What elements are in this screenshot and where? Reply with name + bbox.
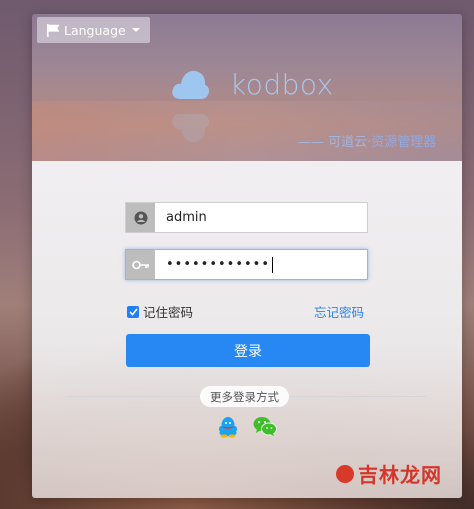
wechat-icon[interactable] [253,416,277,437]
login-header: Language kodbox —— 可道云·资源管理器 [32,14,462,161]
more-login-methods-label: 更多登录方式 [200,386,289,407]
check-icon [128,307,138,316]
cloud-logo-icon [172,70,209,99]
watermark-logo-icon [336,464,354,483]
login-button[interactable]: 登录 [126,334,370,367]
key-icon [126,250,155,279]
chevron-down-icon [131,28,140,32]
watermark: 吉林龙网 [336,459,442,488]
remember-password[interactable]: 记住密码 [127,302,193,321]
password-input[interactable]: •••••••••••• [155,250,367,279]
username-input[interactable]: admin [155,203,367,232]
user-icon [126,203,155,232]
slogan-prefix: —— 可道云 [298,135,368,150]
watermark-text: 吉林龙网 [358,463,442,487]
language-label: Language [64,22,126,38]
text-cursor [272,256,274,273]
language-dropdown[interactable]: Language [37,17,150,43]
qq-icon[interactable] [218,416,238,438]
password-mask: •••••••••••• [166,257,271,272]
username-field[interactable]: admin [125,202,368,233]
cloud-logo-reflection [172,114,209,143]
remember-checkbox[interactable] [127,305,139,318]
remember-label: 记住密码 [143,305,194,320]
brand-slogan: —— 可道云·资源管理器 [298,131,436,150]
login-card: Language kodbox —— 可道云·资源管理器 admin •••••… [32,14,462,498]
brand-name: kodbox [230,68,334,101]
password-field[interactable]: •••••••••••• [125,249,368,280]
flag-icon [47,23,61,37]
forgot-password-link[interactable]: 忘记密码 [314,302,364,321]
slogan-suffix: ·资源管理器 [367,135,437,150]
